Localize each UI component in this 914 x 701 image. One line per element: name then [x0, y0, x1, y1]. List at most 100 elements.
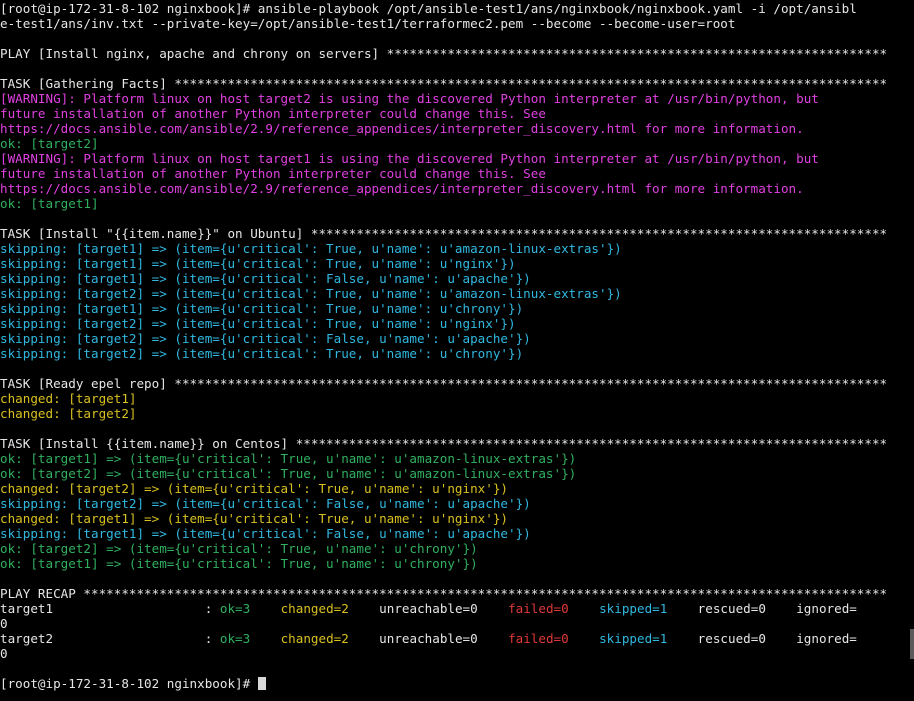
terminal-line: ok: [target2] => (item={u'critical': Tru…: [0, 466, 914, 481]
terminal-text: PLAY [Install nginx, apache and chrony o…: [0, 46, 888, 61]
terminal-text: skipping: [target2] => (item={u'critical…: [0, 346, 524, 361]
terminal-line: e-test1/ans/inv.txt --private-key=/opt/a…: [0, 16, 914, 31]
terminal-text: skipping: [target1] => (item={u'critical…: [0, 271, 531, 286]
terminal-text: future installation of another Python in…: [0, 106, 546, 121]
terminal-text: skipping: [target2] => (item={u'critical…: [0, 316, 516, 331]
terminal-text: TASK [Install {{item.name}} on Centos] *…: [0, 436, 888, 451]
terminal-text: ok: [target2] => (item={u'critical': Tru…: [0, 541, 478, 556]
terminal-text: future installation of another Python in…: [0, 166, 546, 181]
terminal-line: [WARNING]: Platform linux on host target…: [0, 151, 914, 166]
terminal-text: skipping: [target1] => (item={u'critical…: [0, 256, 516, 271]
terminal-line: https://docs.ansible.com/ansible/2.9/ref…: [0, 181, 914, 196]
terminal-line: PLAY [Install nginx, apache and chrony o…: [0, 46, 914, 61]
terminal-text: unreachable=0: [348, 631, 509, 646]
terminal-text: TASK [Install "{{item.name}}" on Ubuntu]…: [0, 226, 888, 241]
terminal-line: target1 : ok=3 changed=2 unreachable=0 f…: [0, 601, 914, 616]
terminal-text: [WARNING]: Platform linux on host target…: [0, 151, 819, 166]
terminal-text: TASK [Gathering Facts] *****************…: [0, 76, 888, 91]
terminal-line: PLAY RECAP *****************************…: [0, 586, 914, 601]
terminal-text: ok: [target2] => (item={u'critical': Tru…: [0, 466, 577, 481]
terminal-text: ok=3: [219, 631, 251, 646]
terminal-text: 0: [0, 616, 8, 631]
terminal-text: [WARNING]: Platform linux on host target…: [0, 91, 819, 106]
terminal-line: skipping: [target1] => (item={u'critical…: [0, 271, 914, 286]
terminal-line: changed: [target2]: [0, 406, 914, 421]
terminal-line: [root@ip-172-31-8-102 nginxbook]#: [0, 676, 914, 691]
terminal-text: TASK [Ready epel repo] *****************…: [0, 376, 888, 391]
terminal-text: PLAY RECAP *****************************…: [0, 586, 888, 601]
terminal-line: skipping: [target2] => (item={u'critical…: [0, 286, 914, 301]
terminal-line: future installation of another Python in…: [0, 166, 914, 181]
terminal-text: ok=3: [219, 601, 251, 616]
terminal-text: skipping: [target1] => (item={u'critical…: [0, 241, 622, 256]
terminal-text: https://docs.ansible.com/ansible/2.9/ref…: [0, 121, 804, 136]
terminal-text: skipping: [target1] => (item={u'critical…: [0, 301, 524, 316]
terminal-line: changed: [target1] => (item={u'critical'…: [0, 511, 914, 526]
terminal-line: skipping: [target1] => (item={u'critical…: [0, 241, 914, 256]
terminal-text: rescued=0 ignored=: [667, 631, 857, 646]
terminal-line: TASK [Gathering Facts] *****************…: [0, 76, 914, 91]
terminal-text: target2 :: [0, 631, 220, 646]
terminal-text: unreachable=0: [348, 601, 509, 616]
terminal-line: target2 : ok=3 changed=2 unreachable=0 f…: [0, 631, 914, 646]
terminal-line: TASK [Install "{{item.name}}" on Ubuntu]…: [0, 226, 914, 241]
terminal-line: https://docs.ansible.com/ansible/2.9/ref…: [0, 121, 914, 136]
terminal-text: 0: [0, 646, 8, 661]
terminal-text: failed=0: [508, 601, 569, 616]
terminal-cursor[interactable]: [257, 677, 266, 690]
terminal-line: ok: [target2]: [0, 136, 914, 151]
terminal-line: 0: [0, 616, 914, 631]
terminal-text: [root@ip-172-31-8-102 nginxbook]# ansibl…: [0, 1, 857, 16]
terminal-text: target1 :: [0, 601, 220, 616]
terminal-line: [WARNING]: Platform linux on host target…: [0, 91, 914, 106]
terminal-line: changed: [target1]: [0, 391, 914, 406]
terminal-text: [root@ip-172-31-8-102 nginxbook]#: [0, 676, 258, 691]
terminal-line: ok: [target2] => (item={u'critical': Tru…: [0, 541, 914, 556]
terminal-line: ok: [target1] => (item={u'critical': Tru…: [0, 451, 914, 466]
terminal-text: ok: [target1]: [0, 196, 99, 211]
terminal-line: TASK [Install {{item.name}} on Centos] *…: [0, 436, 914, 451]
terminal-text: changed: [target1]: [0, 391, 137, 406]
terminal-text: changed=2: [280, 601, 349, 616]
terminal-text: skipping: [target2] => (item={u'critical…: [0, 286, 622, 301]
terminal-line: [root@ip-172-31-8-102 nginxbook]# ansibl…: [0, 1, 914, 16]
terminal-line: skipping: [target2] => (item={u'critical…: [0, 316, 914, 331]
terminal-line: skipping: [target2] => (item={u'critical…: [0, 331, 914, 346]
terminal-line: skipping: [target1] => (item={u'critical…: [0, 301, 914, 316]
terminal-text: skipping: [target2] => (item={u'critical…: [0, 496, 531, 511]
terminal-text: skipped=1: [599, 631, 668, 646]
terminal-line: ok: [target1]: [0, 196, 914, 211]
terminal-text: e-test1/ans/inv.txt --private-key=/opt/a…: [0, 16, 736, 31]
terminal-text: ok: [target1] => (item={u'critical': Tru…: [0, 556, 478, 571]
terminal-text: rescued=0 ignored=: [667, 601, 857, 616]
terminal-text: changed: [target2]: [0, 406, 137, 421]
terminal-text: changed: [target1] => (item={u'critical'…: [0, 511, 508, 526]
terminal-text: skipped=1: [599, 601, 668, 616]
terminal-text: ok: [target2]: [0, 136, 99, 151]
terminal-text: ok: [target1] => (item={u'critical': Tru…: [0, 451, 577, 466]
terminal-text: https://docs.ansible.com/ansible/2.9/ref…: [0, 181, 804, 196]
terminal-output: [root@ip-172-31-8-102 nginxbook]# ansibl…: [0, 1, 914, 691]
terminal-text: skipping: [target2] => (item={u'critical…: [0, 331, 531, 346]
terminal-line: future installation of another Python in…: [0, 106, 914, 121]
terminal-line: changed: [target2] => (item={u'critical'…: [0, 481, 914, 496]
terminal-line: skipping: [target2] => (item={u'critical…: [0, 346, 914, 361]
terminal-window[interactable]: [root@ip-172-31-8-102 nginxbook]# ansibl…: [0, 0, 914, 701]
scrollbar-thumb[interactable]: [910, 629, 914, 659]
terminal-line: skipping: [target1] => (item={u'critical…: [0, 256, 914, 271]
terminal-text: changed=2: [280, 631, 349, 646]
terminal-line: skipping: [target2] => (item={u'critical…: [0, 496, 914, 511]
terminal-line: TASK [Ready epel repo] *****************…: [0, 376, 914, 391]
terminal-text: failed=0: [508, 631, 569, 646]
